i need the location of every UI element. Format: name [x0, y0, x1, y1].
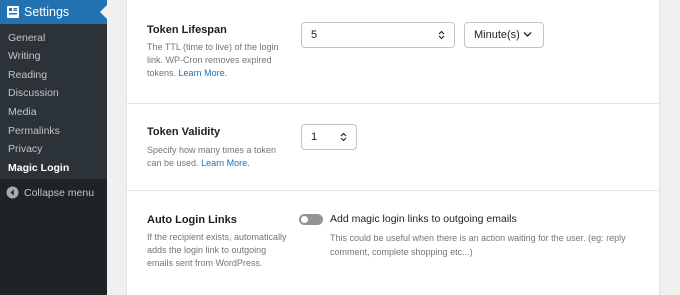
spinner-icon	[340, 132, 347, 142]
auto-login-links-toggle[interactable]	[299, 214, 323, 225]
sidebar-item-magic-login[interactable]: Magic Login	[8, 161, 69, 175]
settings-menu-label: Settings	[24, 5, 70, 19]
section-divider	[127, 190, 659, 191]
token-validity-learn-more-link[interactable]: Learn More.	[201, 158, 250, 168]
section-divider	[127, 103, 659, 104]
toggle-knob	[301, 216, 308, 223]
chevron-down-icon	[523, 32, 532, 37]
auto-login-links-help-text: This could be useful when there is an ac…	[330, 233, 626, 257]
auto-login-links-title: Auto Login Links	[147, 214, 237, 226]
token-validity-value: 1	[311, 131, 318, 143]
sidebar-item-permalinks[interactable]: Permalinks	[8, 124, 60, 138]
token-validity-input[interactable]: 1	[301, 124, 357, 150]
sidebar-item-general[interactable]: General	[8, 31, 45, 45]
spinner-icon	[438, 30, 445, 40]
admin-sidebar: Settings General Writing Reading Discuss…	[0, 0, 107, 295]
settings-panel: Token Lifespan The TTL (time to live) of…	[126, 0, 660, 295]
token-lifespan-value: 5	[311, 29, 318, 41]
sidebar-item-media[interactable]: Media	[8, 105, 37, 119]
collapse-menu-label: Collapse menu	[24, 187, 95, 199]
settings-submenu: General Writing Reading Discussion Media…	[0, 24, 107, 179]
token-lifespan-learn-more-link[interactable]: Learn More.	[179, 68, 228, 78]
current-menu-arrow	[100, 5, 107, 19]
sidebar-item-discussion[interactable]: Discussion	[8, 86, 59, 100]
auto-login-links-description: If the recipient exists, automatically a…	[147, 232, 287, 268]
token-validity-title: Token Validity	[147, 126, 221, 138]
sidebar-item-reading[interactable]: Reading	[8, 68, 47, 82]
token-lifespan-unit-value: Minute(s)	[474, 29, 520, 41]
token-lifespan-unit-select[interactable]: Minute(s)	[464, 22, 544, 48]
auto-login-links-toggle-label[interactable]: Add magic login links to outgoing emails	[330, 213, 517, 226]
settings-menu-header[interactable]: Settings	[0, 0, 107, 24]
sidebar-item-writing[interactable]: Writing	[8, 49, 40, 63]
collapse-arrow-icon	[6, 186, 19, 199]
token-lifespan-title: Token Lifespan	[147, 24, 227, 36]
settings-icon	[7, 6, 19, 18]
token-validity-description: Specify how many times a token can be us…	[147, 144, 287, 170]
sidebar-item-privacy[interactable]: Privacy	[8, 142, 42, 156]
token-lifespan-input[interactable]: 5	[301, 22, 455, 48]
token-lifespan-description: The TTL (time to live) of the login link…	[147, 41, 287, 80]
